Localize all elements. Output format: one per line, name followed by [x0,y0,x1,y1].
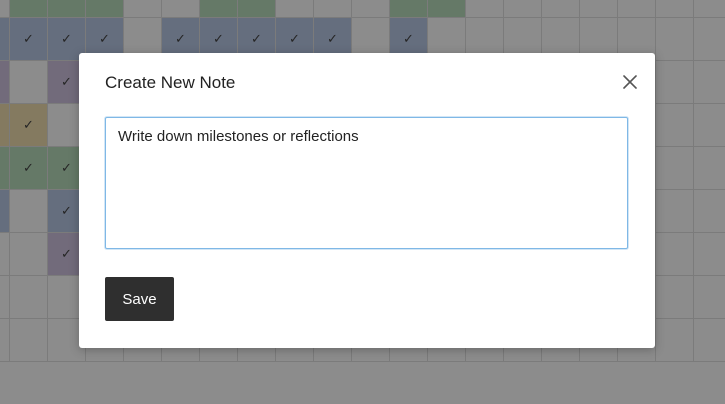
note-textarea[interactable] [105,117,628,249]
dialog-title: Create New Note [105,73,236,92]
close-button[interactable] [619,71,641,93]
close-icon [623,75,637,89]
create-note-dialog: Create New Note Save [79,53,655,348]
save-button[interactable]: Save [105,277,174,321]
